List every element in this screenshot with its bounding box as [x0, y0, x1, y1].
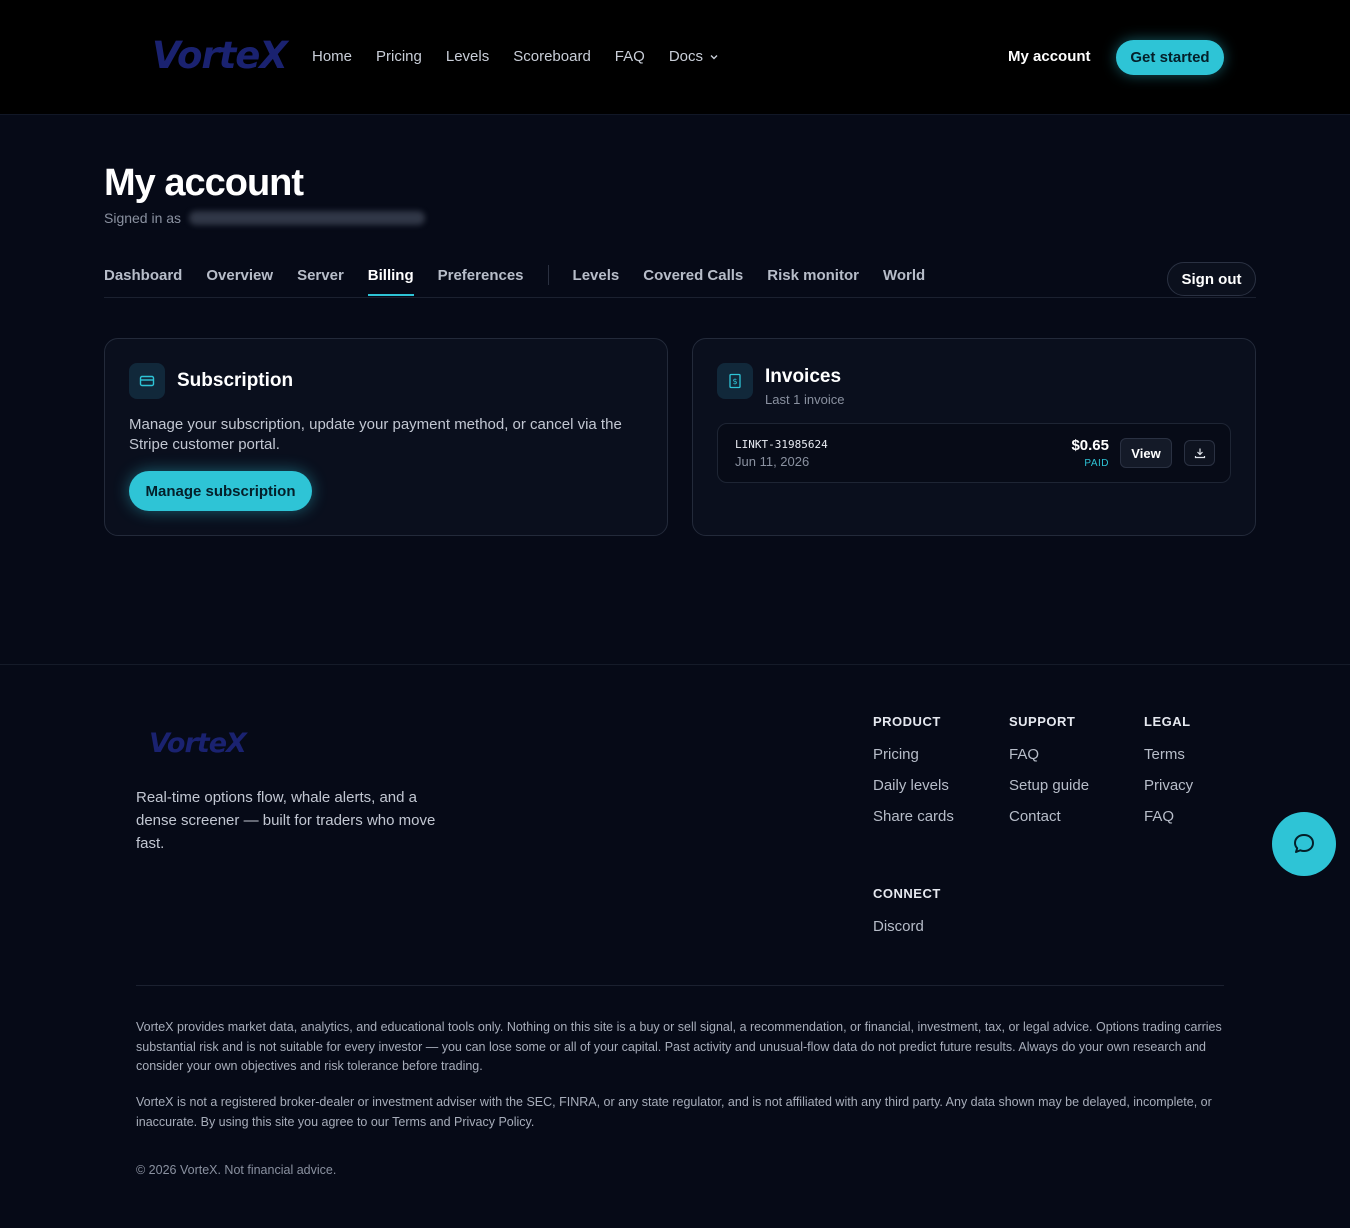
footer-link-setup-guide[interactable]: Setup guide	[1009, 777, 1089, 794]
tab-server[interactable]: Server	[297, 267, 344, 294]
my-account-link[interactable]: My account	[1008, 48, 1091, 65]
subscription-card: Subscription Manage your subscription, u…	[104, 338, 668, 536]
invoice-row: LINKT-31985624 Jun 11, 2026 $0.65 PAID V…	[717, 423, 1231, 483]
nav-docs-dropdown[interactable]: Docs	[669, 48, 719, 65]
main-nav: Home Pricing Levels Scoreboard FAQ Docs	[312, 48, 719, 65]
account-tabs: Dashboard Overview Server Billing Prefer…	[104, 265, 949, 296]
tab-covered-calls[interactable]: Covered Calls	[643, 267, 743, 294]
tab-billing[interactable]: Billing	[367, 267, 414, 296]
footer-column-product: PRODUCT Pricing Daily levels Share cards	[873, 714, 954, 839]
disclaimer-paragraph-2: VorteX is not a registered broker-dealer…	[136, 1095, 1212, 1129]
footer-link-share-cards[interactable]: Share cards	[873, 808, 954, 825]
nav-faq[interactable]: FAQ	[615, 48, 645, 65]
tabs-divider-line	[104, 297, 1256, 298]
footer-bottom-divider	[136, 985, 1224, 986]
footer-tagline: Real-time options flow, whale alerts, an…	[136, 789, 436, 852]
invoice-date: Jun 11, 2026	[735, 454, 810, 469]
footer-link-privacy[interactable]: Privacy	[1144, 777, 1193, 794]
chat-icon	[1294, 834, 1314, 853]
tab-world[interactable]: World	[883, 267, 925, 294]
top-nav-bar: VorteX Home Pricing Levels Scoreboard FA…	[0, 0, 1350, 115]
invoices-subtitle: Last 1 invoice	[765, 392, 845, 407]
nav-home[interactable]: Home	[312, 48, 352, 65]
disclaimer-paragraph-1: VorteX provides market data, analytics, …	[136, 1020, 1222, 1073]
download-invoice-button[interactable]	[1184, 440, 1215, 466]
footer-heading-support: SUPPORT	[1009, 714, 1076, 729]
invoice-amount: $0.65	[1071, 437, 1109, 454]
tab-overview[interactable]: Overview	[206, 267, 273, 294]
signed-in-label: Signed in as	[104, 210, 182, 226]
page-title: My account	[104, 162, 304, 204]
invoice-status-badge: PAID	[1084, 458, 1109, 469]
redacted-email	[189, 211, 426, 225]
view-invoice-button[interactable]: View	[1120, 438, 1172, 468]
footer-heading-legal: LEGAL	[1144, 714, 1191, 729]
tab-divider	[547, 265, 549, 285]
tab-preferences[interactable]: Preferences	[438, 267, 524, 294]
vortex-logo[interactable]: VorteX	[152, 34, 288, 77]
footer-link-discord[interactable]: Discord	[873, 918, 941, 935]
nav-docs-label: Docs	[668, 48, 703, 65]
copyright-text: © 2026 VorteX. Not financial advice.	[136, 1163, 337, 1177]
footer-column-support: SUPPORT FAQ Setup guide Contact	[1009, 714, 1089, 839]
manage-subscription-button[interactable]: Manage subscription	[129, 471, 312, 511]
nav-scoreboard[interactable]: Scoreboard	[513, 48, 591, 65]
tab-dashboard[interactable]: Dashboard	[104, 267, 182, 294]
subscription-title: Subscription	[177, 370, 294, 391]
receipt-icon: $	[717, 363, 753, 399]
footer-link-contact[interactable]: Contact	[1009, 808, 1089, 825]
get-started-button[interactable]: Get started	[1116, 40, 1224, 75]
footer-heading-product: PRODUCT	[873, 714, 941, 729]
footer-divider	[0, 664, 1350, 665]
chevron-down-icon	[710, 54, 718, 59]
invoice-id: LINKT-31985624	[735, 438, 828, 451]
footer-link-faq[interactable]: FAQ	[1009, 746, 1089, 763]
chat-support-button[interactable]	[1272, 812, 1336, 876]
nav-pricing[interactable]: Pricing	[376, 48, 422, 65]
footer-link-pricing[interactable]: Pricing	[873, 746, 954, 763]
footer-column-connect: CONNECT Discord	[873, 886, 941, 949]
footer-column-legal: LEGAL Terms Privacy FAQ	[1144, 714, 1193, 839]
subscription-description: Manage your subscription, update your pa…	[129, 416, 622, 453]
download-icon	[1194, 448, 1205, 459]
logo-text: VorteX	[152, 34, 288, 77]
sign-out-button[interactable]: Sign out	[1167, 262, 1256, 296]
footer-heading-connect: CONNECT	[873, 886, 941, 901]
invoices-card: $ Invoices Last 1 invoice LINKT-31985624…	[692, 338, 1256, 536]
tab-levels[interactable]: Levels	[573, 267, 620, 294]
footer-link-terms[interactable]: Terms	[1144, 746, 1193, 763]
signed-in-line: Signed in as	[104, 210, 426, 226]
footer-logo[interactable]: VorteX	[149, 728, 247, 759]
footer-link-daily-levels[interactable]: Daily levels	[873, 777, 954, 794]
nav-levels[interactable]: Levels	[446, 48, 489, 65]
invoices-title: Invoices	[765, 366, 842, 387]
tab-risk-monitor[interactable]: Risk monitor	[767, 267, 859, 294]
credit-card-icon	[129, 363, 165, 399]
svg-text:$: $	[732, 377, 737, 386]
footer-link-legal-faq[interactable]: FAQ	[1144, 808, 1193, 825]
